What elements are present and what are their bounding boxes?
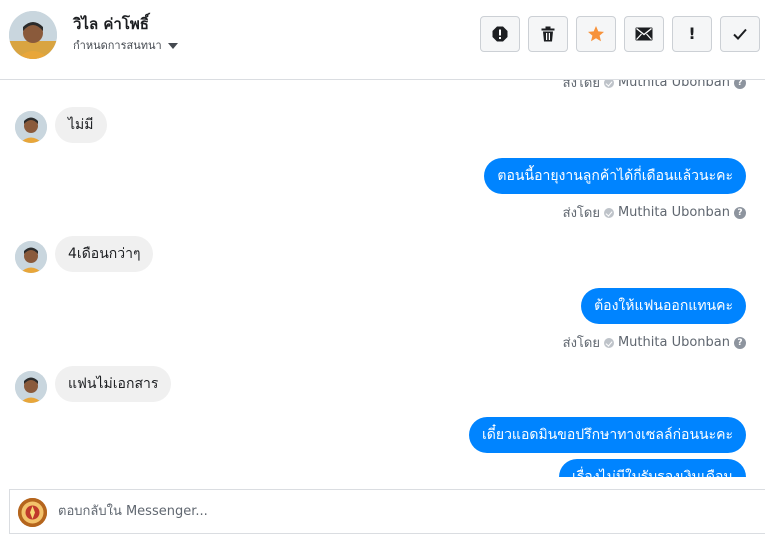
incoming-message[interactable]: ไม่มี [55,107,107,143]
outgoing-message[interactable]: เรื่องไม่มีใบรับรองเงินเดือน [559,459,746,477]
sender-name: Muthita Ubonban [617,335,730,350]
outgoing-message[interactable]: ต้องให้แฟนออกแทนคะ [581,288,746,324]
sent-by-label: ส่งโดย Muthita Ubonban ? [563,332,746,353]
assign-label: กำหนดการสนทนา [73,39,162,52]
incoming-message[interactable]: 4เดือนกว่าๆ [55,236,154,272]
mark-spam-button[interactable] [480,16,520,52]
contact-avatar-small [15,111,47,143]
star-icon [588,26,604,42]
checkmark-icon [733,28,747,40]
exclamation-icon: ! [688,24,696,43]
action-toolbar: ! [480,16,760,52]
outgoing-message[interactable]: ตอนนี้อายุงานลูกค้าได้กี่เดือนแล้วนะคะ [484,158,746,194]
star-button[interactable] [576,16,616,52]
contact-name: วิไล ค่าโพธิ์ [73,15,149,33]
sender-name: Muthita Ubonban [617,205,730,220]
help-icon[interactable]: ? [734,336,746,349]
envelope-icon [635,27,653,41]
page-avatar [18,498,47,527]
contact-avatar-small [15,241,47,273]
incoming-message[interactable]: แฟนไม่เอกสาร [55,366,172,402]
assign-conversation-dropdown[interactable]: กำหนดการสนทนา [73,36,178,54]
help-icon[interactable]: ? [734,80,746,89]
message-thread[interactable]: ส่งโดย Muthita Ubonban ? ไม่มี ตอนนี้อาย… [0,80,765,477]
seen-check-icon [603,80,614,88]
conversation-header: วิไล ค่าโพธิ์ กำหนดการสนทนา ! [0,0,765,80]
outgoing-message[interactable]: เดี๋ยวแอดมินขอปรึกษาทางเซลล์ก่อนนะคะ [468,417,746,453]
delete-button[interactable] [528,16,568,52]
sender-name: Muthita Ubonban [617,80,730,90]
sent-by-label: ส่งโดย Muthita Ubonban ? [563,80,746,93]
contact-avatar[interactable] [9,11,57,59]
sent-by-label: ส่งโดย Muthita Ubonban ? [563,202,746,223]
seen-check-icon [603,337,614,348]
mark-done-button[interactable] [720,16,760,52]
seen-check-icon [603,207,614,218]
mark-unread-button[interactable] [624,16,664,52]
help-icon[interactable]: ? [734,206,746,219]
contact-avatar-small [15,371,47,403]
trash-icon [541,26,555,42]
follow-up-button[interactable]: ! [672,16,712,52]
caret-down-icon [167,42,178,49]
reply-input[interactable] [58,490,758,533]
reply-composer [9,489,765,534]
spam-report-icon [492,26,508,42]
